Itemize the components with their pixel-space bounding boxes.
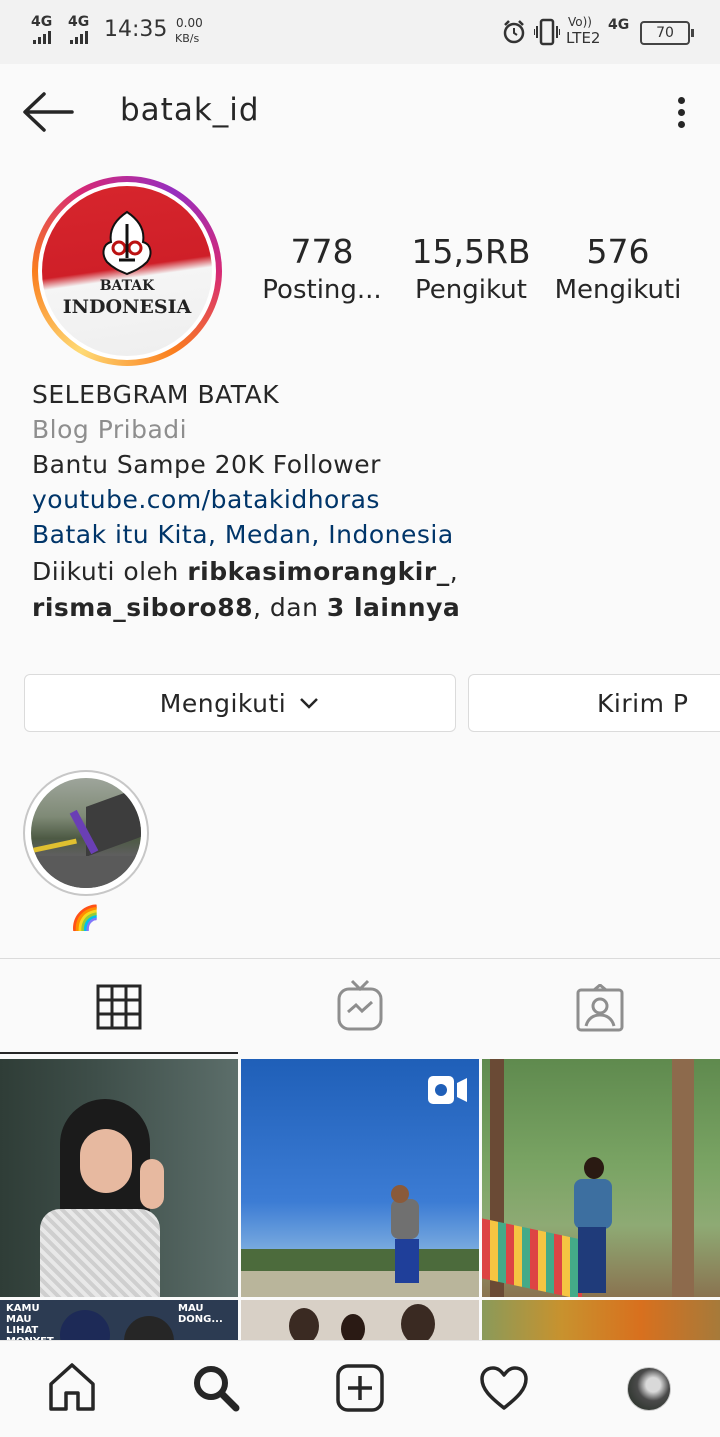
stat-following-label: Mengikuti xyxy=(554,275,682,305)
avatar[interactable]: BATAK INDONESIA xyxy=(42,186,212,356)
stat-posts[interactable]: 778 Posting... xyxy=(258,232,386,305)
chevron-down-icon xyxy=(300,698,319,709)
message-button-clip: Kirim P xyxy=(468,674,720,732)
followed-by-more[interactable]: 3 lainnya xyxy=(327,593,460,622)
stat-followers-label: Pengikut xyxy=(415,275,527,305)
clock: 14:35 xyxy=(104,17,168,42)
followed-by-line-2: risma_siboro88, dan 3 lainnya xyxy=(32,593,460,622)
igtv-icon[interactable] xyxy=(336,978,384,1032)
followed-by-line-1: Diikuti oleh ribkasimorangkir_, xyxy=(32,557,458,586)
stat-following-value: 576 xyxy=(586,232,650,271)
profile-nav-avatar[interactable] xyxy=(627,1367,671,1411)
followed-by-user-1[interactable]: ribkasimorangkir_ xyxy=(187,557,449,586)
battery-indicator: 70 xyxy=(640,21,694,45)
message-button-label: Kirim P xyxy=(597,688,689,718)
add-icon[interactable] xyxy=(336,1364,384,1412)
signal-icon-2 xyxy=(70,30,88,44)
post-thumbnail[interactable]: KAMU MAU LIHAT MONYET NGGAK ? MAU DONG..… xyxy=(0,1300,238,1340)
avatar-text-1: BATAK xyxy=(99,278,155,294)
bio-location-link[interactable]: Batak itu Kita, Medan, Indonesia xyxy=(32,520,454,549)
following-button-label: Mengikuti xyxy=(159,688,287,718)
back-arrow-icon[interactable] xyxy=(22,92,74,132)
status-bar: 4G 4G 14:35 0.00 KB/s Vo)) LTE2 4G 70 xyxy=(0,0,720,64)
more-vertical-icon[interactable] xyxy=(678,92,685,133)
batak-emblem-icon xyxy=(102,210,152,276)
avatar-text-2: INDONESIA xyxy=(62,296,192,318)
home-icon[interactable] xyxy=(48,1362,96,1412)
grid-icon[interactable] xyxy=(96,984,142,1030)
post-thumbnail[interactable] xyxy=(241,1300,479,1340)
post-thumbnail[interactable] xyxy=(0,1059,238,1297)
stat-posts-label: Posting... xyxy=(262,275,382,305)
stat-followers[interactable]: 15,5RB Pengikut xyxy=(405,232,537,305)
volte-top: Vo)) xyxy=(568,15,592,29)
heart-icon[interactable] xyxy=(480,1366,528,1410)
network-label-3: 4G xyxy=(608,17,630,33)
tagged-icon[interactable] xyxy=(576,984,624,1032)
alarm-icon xyxy=(503,20,525,44)
stat-followers-value: 15,5RB xyxy=(411,232,531,271)
vibrate-icon xyxy=(534,18,560,46)
message-button[interactable]: Kirim P xyxy=(468,674,720,732)
bio-text: Bantu Sampe 20K Follower xyxy=(32,450,381,479)
profile-username: batak_id xyxy=(120,92,260,128)
followed-by-user-2[interactable]: risma_siboro88 xyxy=(32,593,253,622)
network-label-2: 4G xyxy=(68,14,90,30)
speed-value: 0.00 xyxy=(176,16,203,30)
active-tab-indicator xyxy=(0,1052,238,1054)
speed-unit: KB/s xyxy=(175,32,200,45)
followed-by-prefix: Diikuti oleh xyxy=(32,557,188,586)
network-label-1: 4G xyxy=(31,14,53,30)
stat-following[interactable]: 576 Mengikuti xyxy=(548,232,688,305)
bio-website-link[interactable]: youtube.com/batakidhoras xyxy=(32,485,380,514)
volte-bottom: LTE2 xyxy=(566,29,601,47)
stat-posts-value: 778 xyxy=(290,232,354,271)
post-caption: MAU DONG... xyxy=(178,1303,223,1325)
post-thumbnail[interactable] xyxy=(241,1059,479,1297)
highlight-label: 🌈 xyxy=(70,904,100,932)
signal-icon-1 xyxy=(33,30,51,44)
search-icon[interactable] xyxy=(192,1364,240,1412)
video-icon xyxy=(428,1076,467,1104)
post-caption: KAMU MAU LIHAT MONYET NGGAK ? xyxy=(6,1303,54,1340)
story-highlight-image xyxy=(31,778,141,888)
profile-name: SELEBGRAM BATAK xyxy=(32,380,280,409)
followed-by-mid: , dan xyxy=(253,593,327,622)
post-thumbnail[interactable] xyxy=(482,1059,720,1297)
post-thumbnail[interactable] xyxy=(482,1300,720,1340)
following-button[interactable]: Mengikuti xyxy=(24,674,456,732)
followed-by-separator: , xyxy=(449,557,459,586)
profile-category: Blog Pribadi xyxy=(32,415,188,444)
